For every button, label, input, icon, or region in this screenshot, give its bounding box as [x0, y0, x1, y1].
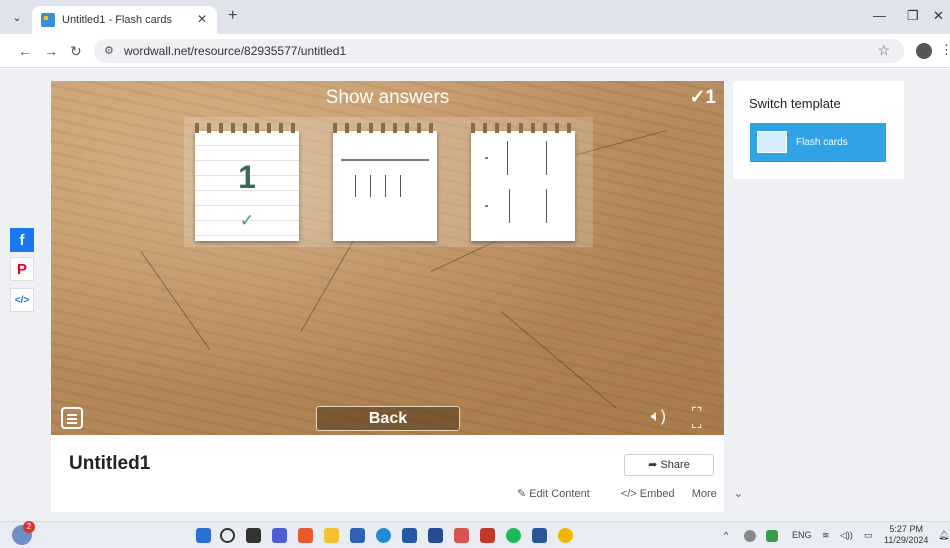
score-counter: ✓1	[689, 87, 717, 108]
activity-title: Untitled1	[69, 453, 151, 474]
template-option-label: Flash cards	[796, 137, 848, 148]
browser-tab-strip: ⌄ Untitled1 - Flash cards ✕ + — ❐ ✕	[0, 0, 950, 34]
dropbox-icon[interactable]	[428, 528, 443, 543]
browser-tab[interactable]: Untitled1 - Flash cards ✕	[32, 6, 217, 34]
bookmark-star-icon[interactable]: ☆	[877, 42, 890, 59]
share-label: Share	[660, 459, 690, 471]
notification-bell-icon[interactable]: 🔔︎	[938, 530, 949, 541]
switch-template-panel: Switch template Flash cards	[733, 81, 904, 179]
calendar-app-icon[interactable]	[350, 528, 365, 543]
matrix-image	[509, 189, 547, 223]
windows-start-icon[interactable]	[196, 528, 211, 543]
tab-title: Untitled1 - Flash cards	[62, 14, 173, 26]
system-clock[interactable]: 5:27 PM 11/29/2024	[884, 524, 928, 546]
notification-badge-icon[interactable]	[12, 521, 35, 545]
windows-taskbar: ^ ENG ≋ ◁)) ▭ 5:27 PM 11/29/2024 🔔︎	[0, 521, 950, 548]
address-bar[interactable]: ⚙ wordwall.net/resource/82935577/untitle…	[94, 39, 904, 63]
spotify-icon[interactable]	[506, 528, 521, 543]
template-option-flash-cards[interactable]: Flash cards	[750, 123, 886, 162]
clock-date: 11/29/2024	[884, 535, 929, 545]
edit-content-label: Edit Content	[529, 488, 590, 500]
wifi-icon[interactable]: ≋	[822, 530, 830, 541]
address-bar-row: ← → ↻ ⚙ wordwall.net/resource/82935577/u…	[0, 34, 950, 68]
card-spiral	[195, 123, 299, 133]
activity-links: ✎ Edit Content </> Embed More ⌄	[517, 487, 771, 500]
volume-icon[interactable]: ◁))	[840, 530, 853, 541]
flash-card-3[interactable]	[471, 123, 575, 241]
more-dropdown[interactable]: More ⌄	[692, 488, 757, 500]
activity-info-panel: Untitled1 ➦ Share ✎ Edit Content </> Embe…	[51, 435, 743, 512]
language-indicator[interactable]: ENG	[792, 530, 812, 540]
n-app-icon[interactable]	[480, 528, 495, 543]
profile-avatar-icon[interactable]	[916, 43, 932, 59]
word-icon[interactable]	[532, 528, 547, 543]
pencil-icon: ✎	[517, 488, 527, 500]
flash-card-2[interactable]	[333, 123, 437, 241]
menu-line	[67, 422, 77, 424]
drive-icon[interactable]	[766, 530, 778, 542]
tray-chevron-icon[interactable]: ^	[724, 530, 728, 540]
sound-icon[interactable]: 🔈︎)	[651, 408, 666, 426]
matrix-image	[385, 175, 401, 197]
battery-icon[interactable]: ▭	[864, 530, 873, 541]
chat-icon[interactable]	[272, 528, 287, 543]
facebook-share-icon[interactable]: f	[10, 228, 34, 252]
wordwall-favicon-icon	[41, 13, 55, 27]
reload-icon[interactable]: ↻	[70, 43, 82, 60]
task-view-icon[interactable]	[246, 528, 261, 543]
card-question-text	[341, 159, 429, 161]
file-explorer-icon[interactable]	[324, 528, 339, 543]
search-icon[interactable]	[220, 528, 235, 543]
more-label: More	[691, 488, 717, 500]
menu-line	[67, 418, 77, 420]
new-tab-plus-icon[interactable]: +	[228, 7, 237, 25]
embed-share-icon[interactable]: </>	[10, 288, 34, 312]
wood-scratch	[140, 251, 211, 351]
flash-card-1[interactable]: 1 ✓	[195, 123, 299, 241]
correct-check-icon: ✓	[239, 211, 255, 230]
matrix-label	[485, 205, 488, 207]
cloud-icon[interactable]	[744, 530, 756, 542]
restore-icon[interactable]: ❐	[907, 8, 919, 24]
colorful-app-icon[interactable]	[298, 528, 313, 543]
game-area: Show answers ✓1 1 ✓ Back 🔈︎) ⌜⌝ ⌞⌟	[51, 81, 724, 435]
url-text: wordwall.net/resource/82935577/untitled1	[124, 44, 347, 58]
flash-cards-thumbnail-icon	[757, 131, 787, 153]
card-spiral	[471, 123, 575, 133]
back-arrow-icon[interactable]: ←	[18, 43, 32, 59]
edge-browser-icon[interactable]	[376, 528, 391, 543]
card-number: 1	[238, 159, 256, 195]
tab-close-icon[interactable]: ✕	[197, 12, 207, 26]
clock-time: 5:27 PM	[889, 524, 923, 534]
forward-arrow-icon[interactable]: →	[44, 43, 58, 59]
game-menu-button[interactable]	[61, 407, 83, 429]
game-title: Show answers	[325, 87, 450, 108]
chevron-down-icon: ⌄	[733, 488, 744, 500]
edit-content-link[interactable]: ✎ Edit Content	[517, 488, 604, 500]
site-info-icon[interactable]: ⚙	[104, 44, 114, 57]
matrix-image	[355, 175, 371, 197]
matrix-label	[485, 157, 488, 159]
wood-scratch	[500, 311, 617, 409]
l-app-icon[interactable]	[402, 528, 417, 543]
browser-menu-icon[interactable]: ⋮	[940, 42, 950, 58]
card-spiral	[333, 123, 437, 133]
share-button[interactable]: ➦ Share	[624, 454, 714, 476]
menu-line	[67, 414, 77, 416]
window-close-icon[interactable]: ✕	[933, 8, 944, 24]
fullscreen-icon[interactable]: ⌜⌝ ⌞⌟	[691, 406, 702, 429]
settings-gear-icon[interactable]	[454, 528, 469, 543]
switch-template-title: Switch template	[749, 96, 841, 111]
embed-link[interactable]: </> Embed	[621, 488, 675, 500]
tab-search-chevron-icon[interactable]: ⌄	[8, 9, 26, 27]
chrome-icon[interactable]	[558, 528, 573, 543]
back-button[interactable]: Back	[316, 406, 460, 431]
pinterest-share-icon[interactable]: P	[10, 257, 34, 281]
matrix-image	[507, 141, 547, 175]
minimize-icon[interactable]: —	[873, 8, 886, 23]
share-arrow-icon: ➦	[648, 459, 658, 471]
